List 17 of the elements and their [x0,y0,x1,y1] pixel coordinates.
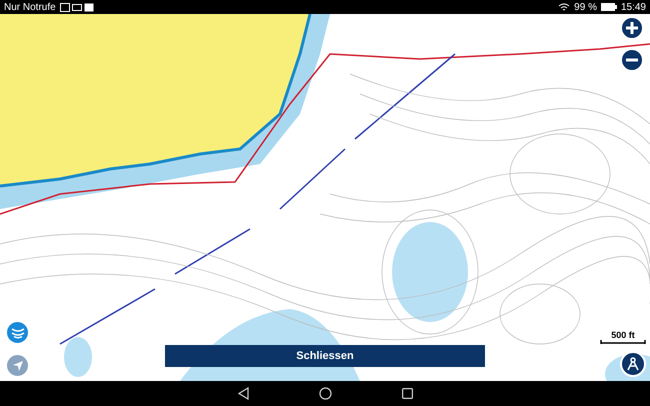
scale-bar [600,340,646,344]
scale-label: 500 ft [611,331,635,340]
close-button[interactable]: Schliessen [165,345,485,367]
wifi-icon [558,2,570,12]
navigation-arrow-icon [12,360,24,372]
waves-icon [10,326,24,338]
back-icon[interactable] [238,387,248,400]
battery-percentage: 99 % [574,0,597,14]
notification-icons [60,2,96,12]
carrier-text: Nur Notrufe [4,0,56,14]
compass-icon [627,357,639,371]
clock-time: 15:49 [620,0,646,14]
plus-icon [625,21,639,35]
recent-apps-icon[interactable] [402,388,412,399]
home-icon[interactable] [318,387,332,400]
battery-icon [600,3,617,11]
minus-icon [625,58,639,62]
